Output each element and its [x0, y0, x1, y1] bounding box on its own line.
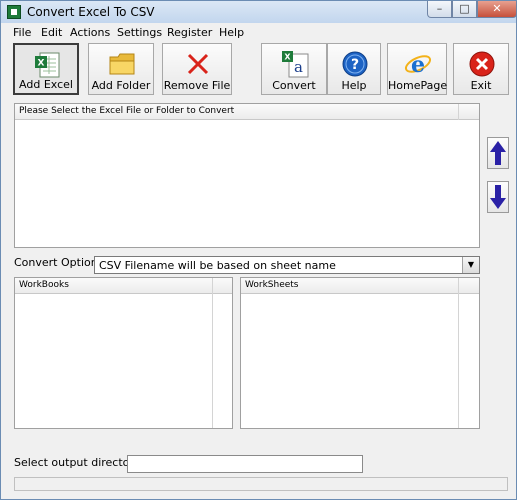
menu-edit[interactable]: Edit	[41, 26, 62, 39]
convert-label: Convert	[272, 79, 316, 92]
svg-text:a: a	[294, 58, 303, 76]
move-down-button[interactable]	[487, 181, 509, 213]
output-directory-input[interactable]	[127, 455, 363, 473]
convert-option-selected: CSV Filename will be based on sheet name	[99, 259, 336, 272]
chevron-down-icon[interactable]: ▼	[462, 257, 479, 273]
arrow-down-icon	[490, 185, 506, 209]
menu-register[interactable]: Register	[167, 26, 212, 39]
internet-explorer-icon: e	[404, 52, 432, 78]
help-label: Help	[341, 79, 367, 92]
worksheets-list[interactable]: WorkSheets	[240, 277, 480, 429]
menu-settings[interactable]: Settings	[117, 26, 162, 39]
add-folder-button[interactable]: Add Folder	[88, 43, 154, 95]
workbooks-list[interactable]: WorkBooks	[14, 277, 233, 429]
maximize-button[interactable]: □	[452, 1, 477, 18]
minimize-button[interactable]: –	[427, 1, 452, 18]
add-excel-label: Add Excel	[19, 78, 73, 91]
remove-x-icon	[187, 53, 209, 75]
homepage-label: HomePage	[388, 79, 448, 92]
convert-doc-icon: a X	[282, 51, 309, 78]
exit-label: Exit	[470, 79, 492, 92]
convert-option-dropdown[interactable]: CSV Filename will be based on sheet name…	[94, 256, 480, 274]
move-up-button[interactable]	[487, 137, 509, 169]
help-icon: ?	[342, 51, 368, 77]
excel-app-icon	[7, 5, 21, 19]
close-window-button[interactable]: ✕	[477, 1, 517, 18]
remove-file-label: Remove File	[163, 79, 231, 92]
help-button[interactable]: ? Help	[327, 43, 381, 95]
worksheets-header: WorkSheets	[241, 278, 479, 294]
workbooks-column-divider	[212, 278, 213, 428]
file-list-header: Please Select the Excel File or Folder t…	[15, 104, 479, 120]
add-excel-button[interactable]: X Add Excel	[13, 43, 79, 95]
title-bar: Convert Excel To CSV – □ ✕	[1, 1, 517, 23]
exit-icon	[469, 51, 495, 77]
output-directory-label: Select output directory:	[14, 456, 144, 469]
status-bar	[14, 477, 508, 491]
convert-option-label: Convert Option:	[14, 256, 102, 269]
add-folder-label: Add Folder	[91, 79, 151, 92]
exit-button[interactable]: Exit	[453, 43, 509, 95]
app-window: Convert Excel To CSV – □ ✕ File Edit Act…	[0, 0, 517, 500]
homepage-button[interactable]: e HomePage	[387, 43, 447, 95]
svg-text:X: X	[284, 53, 291, 62]
file-list[interactable]: Please Select the Excel File or Folder t…	[14, 103, 480, 248]
remove-file-button[interactable]: Remove File	[162, 43, 232, 95]
workbooks-header: WorkBooks	[15, 278, 232, 294]
svg-text:?: ?	[351, 57, 359, 73]
excel-file-icon: X	[35, 52, 60, 78]
column-divider	[458, 104, 459, 120]
menu-file[interactable]: File	[13, 26, 31, 39]
menu-bar: File Edit Actions Settings Register Help	[1, 24, 516, 42]
svg-text:e: e	[411, 52, 425, 78]
window-title: Convert Excel To CSV	[27, 5, 155, 19]
convert-button[interactable]: a X Convert	[261, 43, 327, 95]
arrow-up-icon	[490, 141, 506, 165]
menu-actions[interactable]: Actions	[70, 26, 110, 39]
folder-icon	[109, 53, 135, 75]
menu-help[interactable]: Help	[219, 26, 244, 39]
svg-text:X: X	[38, 59, 45, 69]
worksheets-column-divider	[458, 278, 459, 428]
